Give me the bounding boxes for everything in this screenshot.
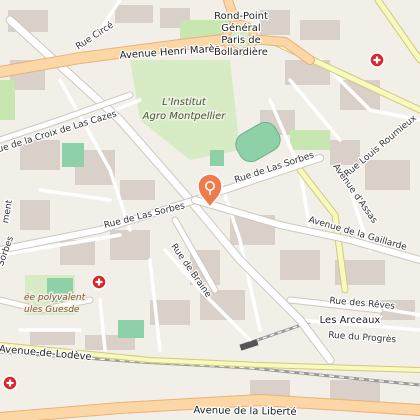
place-label-institut-2: Agro Montpellier — [142, 111, 227, 122]
hospital-icon[interactable] — [2, 375, 18, 391]
hospital-icon[interactable] — [369, 52, 385, 68]
place-label-rond-point-1: Rond-Point — [214, 11, 268, 22]
place-label-rond-point-3: Paris de — [221, 35, 261, 46]
place-label-rond-point-4: Bollardière — [214, 46, 268, 58]
map-svg: Avenue Henri Marès Rue Circé Rond-Point … — [0, 0, 420, 420]
place-label-institut-1: L'Institut — [162, 97, 207, 108]
place-label-lycee-2: ules Guesde — [24, 305, 80, 315]
street-label-liberte: Avenue de la Liberté — [193, 404, 296, 418]
place-label-lycee-1: ée polyvalent — [24, 292, 86, 303]
map-canvas[interactable]: Avenue Henri Marès Rue Circé Rond-Point … — [0, 0, 420, 420]
place-label-rond-point-2: Général — [221, 22, 260, 34]
hospital-icon[interactable] — [91, 274, 107, 290]
place-label-les-arceaux: Les Arceaux — [320, 315, 381, 326]
